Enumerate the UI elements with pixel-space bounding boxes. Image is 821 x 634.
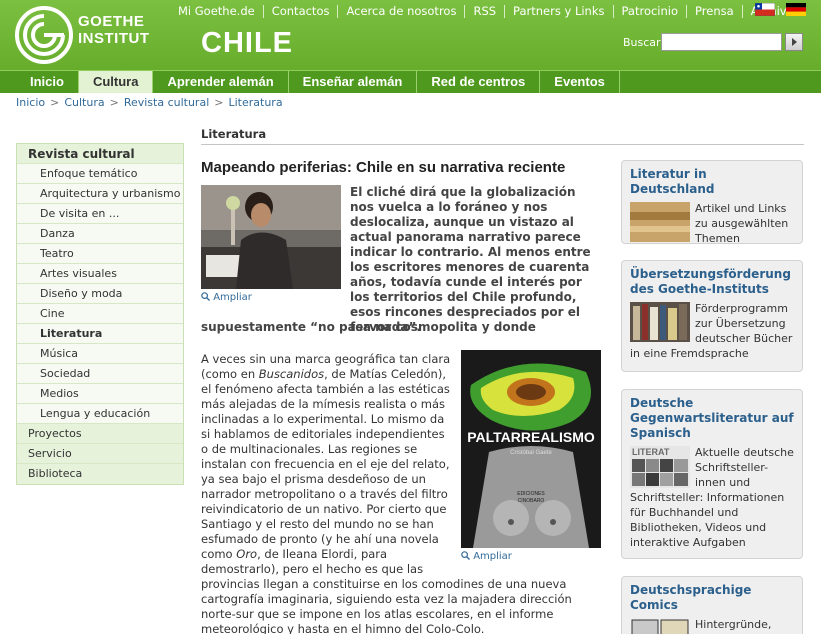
related-box-text: Artikel und Links zu ausgewählten Themen [695, 202, 789, 245]
germany-flag-icon[interactable] [786, 3, 806, 16]
authors-thumbnail-icon: LITERAT [630, 446, 690, 488]
related-box-text: Hintergründe, Künstlerporträts [695, 618, 784, 634]
ampliar-label: Ampliar [473, 551, 512, 562]
sidebar-item-servicio[interactable]: Servicio [17, 444, 183, 464]
book-title-buscanidos: Buscanidos [258, 367, 325, 381]
related-box-title[interactable]: Literatur in Deutschland [630, 167, 794, 197]
books-thumbnail-icon [630, 202, 690, 242]
top-link-partners[interactable]: Partners y Links [505, 4, 614, 18]
thumbnail-label: LITERAT [632, 447, 670, 457]
sidebar-item-literatura[interactable]: Literatura [17, 324, 183, 344]
article-intro: El cliché dirá que la globalización nos … [350, 185, 591, 334]
related-box-literatur: Literatur in Deutschland Artikel und Lin… [621, 160, 803, 245]
sidebar-item-musica[interactable]: Música [17, 344, 183, 364]
bookshelf-thumbnail-icon [630, 302, 690, 342]
breadcrumb-inicio[interactable]: Inicio [16, 96, 45, 109]
related-box-title[interactable]: Deutschsprachige Comics [630, 583, 794, 613]
left-sidebar: Revista cultural Enfoque temático Arquit… [16, 143, 184, 485]
breadcrumb-literatura[interactable]: Literatura [228, 96, 282, 109]
book-cover-author: Cristóbal Gaete [510, 450, 552, 456]
related-box-comics: Deutschsprachige Comics Hintergründe, Kü… [621, 576, 803, 634]
zoom-icon [201, 292, 210, 301]
article-body-continued: provincias llegan a constituirse en los … [201, 577, 572, 634]
book-cover-publisher: CINOBARO [518, 498, 545, 504]
sidebar-item-cine[interactable]: Cine [17, 304, 183, 324]
breadcrumb-separator: > [50, 96, 60, 109]
sidebar-item-enfoque-tematico[interactable]: Enfoque temático [17, 164, 183, 184]
author-photo[interactable] [201, 185, 341, 289]
book-cover[interactable]: PALTARREALISMO Cristóbal Gaete EDICIONES… [461, 350, 601, 548]
nav-aprender-aleman[interactable]: Aprender alemán [153, 71, 289, 93]
logo-text-institut: INSTITUT [78, 30, 150, 47]
ampliar-label: Ampliar [213, 292, 252, 303]
goethe-logo-icon[interactable] [15, 6, 73, 64]
article-title: Mapeando periferias: Chile en su narrati… [201, 159, 566, 176]
site-header: GOETHE INSTITUT CHILE Mi Goethe.de Conta… [0, 0, 821, 70]
sidebar-item-teatro[interactable]: Teatro [17, 244, 183, 264]
nav-eventos[interactable]: Eventos [540, 71, 620, 93]
sidebar-item-artes-visuales[interactable]: Artes visuales [17, 264, 183, 284]
sidebar-item-medios[interactable]: Medios [17, 384, 183, 404]
chile-flag-icon[interactable] [755, 3, 775, 16]
nav-cultura[interactable]: Cultura [78, 71, 154, 93]
top-links: Mi Goethe.de Contactos Acerca de nosotro… [170, 3, 802, 19]
top-link-acerca[interactable]: Acerca de nosotros [338, 4, 466, 18]
sidebar-item-arquitectura[interactable]: Arquitectura y urbanismo [17, 184, 183, 204]
sidebar-item-sociedad[interactable]: Sociedad [17, 364, 183, 384]
main-navbar: Inicio Cultura Aprender alemán Enseñar a… [0, 70, 821, 93]
sidebar-item-de-visita[interactable]: De visita en ... [17, 204, 183, 224]
related-box-title[interactable]: Deutsche Gegenwartsliteratur auf Spanisc… [630, 396, 794, 441]
search-input[interactable] [661, 33, 782, 51]
book-cover-image: PALTARREALISMO Cristóbal Gaete EDICIONES… [461, 350, 601, 548]
country-title: CHILE [201, 27, 293, 59]
logo-text-goethe: GOETHE [78, 13, 145, 30]
breadcrumb: Inicio > Cultura > Revista cultural > Literatu… [16, 96, 283, 109]
article-intro-tail: supuestamente “no pasa nada”. [201, 320, 421, 334]
arrow-right-icon [792, 38, 797, 46]
top-link-patrocinio[interactable]: Patrocinio [614, 4, 688, 18]
related-box-uebersetzung: Übersetzungsförderung des Goethe-Institu… [621, 260, 803, 372]
ampliar-link[interactable]: Ampliar [461, 551, 512, 562]
nav-inicio[interactable]: Inicio [16, 71, 79, 93]
book-cover-publisher: EDICIONES [517, 491, 545, 497]
breadcrumb-revista-cultural[interactable]: Revista cultural [124, 96, 209, 109]
sidebar-item-diseno-y-moda[interactable]: Diseño y moda [17, 284, 183, 304]
top-link-prensa[interactable]: Prensa [687, 4, 743, 18]
book-title-oro: Oro [236, 547, 258, 561]
nav-red-de-centros[interactable]: Red de centros [417, 71, 541, 93]
nav-ensenar-aleman[interactable]: Enseñar alemán [289, 71, 418, 93]
sidebar-item-lengua-y-educacion[interactable]: Lengua y educación [17, 404, 183, 424]
top-link-mi-goethe[interactable]: Mi Goethe.de [170, 4, 264, 18]
search-button[interactable] [785, 33, 803, 51]
sidebar-item-biblioteca[interactable]: Biblioteca [17, 464, 183, 484]
article-body-text: , de Matías Celedón), el fenómeno afecta… [201, 367, 450, 561]
section-heading: Literatura [201, 127, 804, 145]
related-box-title[interactable]: Übersetzungsförderung des Goethe-Institu… [630, 267, 794, 297]
search-label: Buscar [623, 36, 661, 49]
breadcrumb-separator: > [214, 96, 224, 109]
sidebar-item-danza[interactable]: Danza [17, 224, 183, 244]
article-body: A veces sin una marca geográfica tan cla… [201, 352, 453, 577]
zoom-icon [461, 551, 470, 560]
book-cover-title: PALTARREALISMO [467, 429, 595, 445]
top-link-contactos[interactable]: Contactos [264, 4, 339, 18]
author-photo-image [201, 185, 341, 289]
breadcrumb-cultura[interactable]: Cultura [64, 96, 104, 109]
comics-thumbnail-icon [630, 618, 690, 634]
ampliar-link[interactable]: Ampliar [201, 292, 252, 303]
top-link-rss[interactable]: RSS [465, 4, 506, 18]
breadcrumb-separator: > [109, 96, 119, 109]
sidebar-item-revista-cultural[interactable]: Revista cultural [17, 144, 183, 164]
related-box-gegenwartsliteratur: Deutsche Gegenwartsliteratur auf Spanisc… [621, 389, 803, 559]
sidebar-item-proyectos[interactable]: Proyectos [17, 424, 183, 444]
